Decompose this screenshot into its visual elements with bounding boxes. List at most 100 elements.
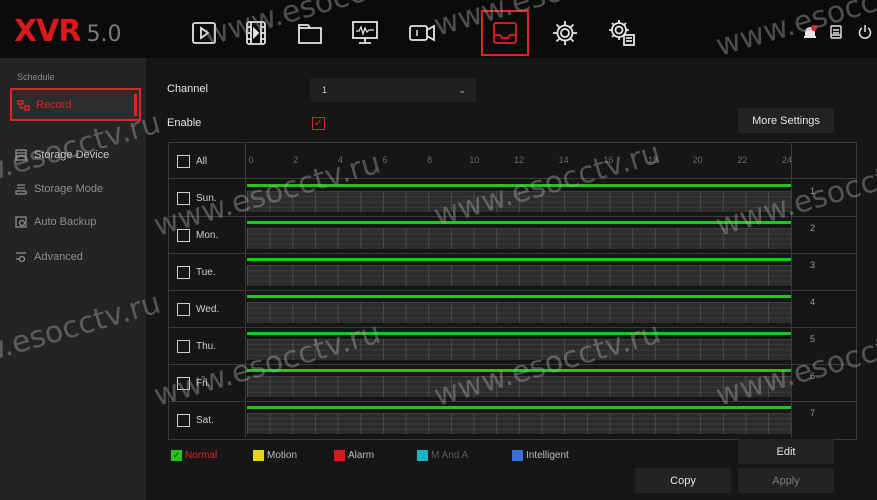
legend-normal[interactable]: ✓ Normal bbox=[171, 448, 217, 462]
more-settings-button[interactable]: More Settings bbox=[738, 108, 834, 133]
timeline-cells[interactable] bbox=[247, 228, 791, 249]
sidebar-item-record[interactable]: Record bbox=[10, 88, 141, 121]
legend-swatch-alarm[interactable] bbox=[334, 449, 345, 461]
day-timeline[interactable] bbox=[247, 221, 791, 249]
folder-icon[interactable] bbox=[286, 10, 334, 56]
timeline-cells[interactable] bbox=[247, 376, 791, 397]
day-timeline[interactable] bbox=[247, 295, 791, 323]
normal-record-bar bbox=[247, 332, 791, 335]
schedule-row[interactable]: Mon. 2 bbox=[169, 217, 856, 254]
day-checkbox[interactable] bbox=[177, 265, 190, 279]
normal-record-bar bbox=[247, 406, 791, 409]
schedule-row[interactable]: Sat. 7 bbox=[169, 402, 856, 439]
playback-icon[interactable] bbox=[180, 10, 228, 56]
sidebar-item-auto-backup[interactable]: Auto Backup bbox=[10, 205, 141, 238]
hour-label: 16 bbox=[603, 155, 614, 165]
legend-swatch-intelligent[interactable] bbox=[512, 449, 523, 461]
timeline-cells[interactable] bbox=[247, 265, 791, 286]
day-checkbox[interactable] bbox=[177, 413, 190, 427]
legend-intelligent[interactable]: Intelligent bbox=[512, 448, 569, 462]
day-checkbox[interactable] bbox=[177, 302, 190, 316]
sidebar-item-advanced[interactable]: Advanced bbox=[10, 240, 141, 273]
hour-label: 2 bbox=[293, 155, 299, 165]
sidebar-header: Schedule bbox=[17, 72, 55, 82]
day-label[interactable]: Thu. bbox=[169, 328, 246, 364]
day-checkbox[interactable] bbox=[177, 339, 190, 353]
power-icon[interactable] bbox=[857, 24, 873, 43]
hour-label: 0 bbox=[248, 155, 254, 165]
timeline-cells[interactable] bbox=[247, 191, 791, 212]
alarm-icon[interactable] bbox=[802, 24, 818, 43]
day-timeline[interactable] bbox=[247, 332, 791, 360]
legend-alarm[interactable]: Alarm bbox=[334, 448, 374, 462]
sidebar-item-storage-mode[interactable]: Storage Mode bbox=[10, 172, 141, 205]
timeline-cells[interactable] bbox=[247, 413, 791, 434]
select-all-day[interactable]: All bbox=[169, 143, 246, 179]
normal-record-bar bbox=[247, 295, 791, 298]
legend-label: Normal bbox=[185, 449, 218, 461]
day-checkbox[interactable] bbox=[177, 228, 190, 242]
day-number: 3 bbox=[791, 254, 856, 290]
select-all-checkbox[interactable] bbox=[177, 154, 190, 168]
schedule-header: All 0 2 4 6 8 10 12 14 16 18 20 22 24 bbox=[169, 143, 856, 179]
legend-m-and-a[interactable]: M And A bbox=[417, 448, 468, 462]
legend-label: M And A bbox=[431, 449, 469, 461]
schedule-row[interactable]: Tue. 3 bbox=[169, 254, 856, 291]
camera-icon[interactable] bbox=[398, 10, 446, 56]
day-number: 6 bbox=[791, 365, 856, 401]
sidebar-item-label: Auto Backup bbox=[34, 215, 97, 228]
settings-icon[interactable] bbox=[541, 10, 589, 56]
monitor-icon[interactable] bbox=[341, 10, 389, 56]
day-label[interactable]: Wed. bbox=[169, 291, 246, 327]
schedule-row[interactable]: Wed. 4 bbox=[169, 291, 856, 328]
day-label[interactable]: Mon. bbox=[169, 217, 246, 253]
sidebar: Schedule Record Storage Device Storage M… bbox=[0, 58, 146, 500]
storage-mode-icon bbox=[14, 182, 28, 196]
system-icon[interactable] bbox=[598, 10, 646, 56]
legend-swatch-m-and-a[interactable] bbox=[417, 449, 428, 461]
hour-label: 14 bbox=[558, 155, 569, 165]
video-clip-icon[interactable] bbox=[232, 10, 280, 56]
day-timeline[interactable] bbox=[247, 184, 791, 212]
schedule-row[interactable]: Thu. 5 bbox=[169, 328, 856, 365]
day-number: 5 bbox=[791, 328, 856, 364]
edit-button[interactable]: Edit bbox=[738, 439, 834, 464]
schedule-row[interactable]: Fri. 6 bbox=[169, 365, 856, 402]
day-number: 1 bbox=[791, 180, 856, 216]
day-checkbox[interactable] bbox=[177, 376, 190, 390]
hour-label: 20 bbox=[692, 155, 703, 165]
normal-record-bar bbox=[247, 258, 791, 261]
apply-button[interactable]: Apply bbox=[738, 468, 834, 493]
channel-select[interactable]: 1 ⌄ bbox=[310, 78, 476, 102]
day-timeline[interactable] bbox=[247, 369, 791, 397]
schedule-row[interactable]: Sun. 1 bbox=[169, 180, 856, 217]
legend-swatch-normal[interactable]: ✓ bbox=[171, 449, 182, 461]
top-navigation-bar: XVR 5.0 bbox=[0, 0, 877, 58]
day-name: Wed. bbox=[196, 303, 220, 315]
channel-label: Channel bbox=[167, 83, 208, 95]
day-name: Fri. bbox=[196, 377, 211, 389]
timeline-cells[interactable] bbox=[247, 302, 791, 323]
day-label[interactable]: Fri. bbox=[169, 365, 246, 401]
day-label[interactable]: Sat. bbox=[169, 402, 246, 438]
day-name: Mon. bbox=[196, 229, 219, 241]
sidebar-item-storage-device[interactable]: Storage Device bbox=[10, 138, 141, 171]
hour-label: 18 bbox=[647, 155, 659, 165]
day-checkbox[interactable] bbox=[177, 191, 190, 205]
day-name: Tue. bbox=[196, 266, 216, 278]
day-label[interactable]: Tue. bbox=[169, 254, 246, 290]
storage-icon[interactable] bbox=[481, 10, 529, 56]
schedule-grid[interactable]: All 0 2 4 6 8 10 12 14 16 18 20 22 24 Sun. 1 Mon. 2 Tue.… bbox=[168, 142, 857, 440]
timeline-cells[interactable] bbox=[247, 339, 791, 360]
legend-motion[interactable]: Motion bbox=[253, 448, 297, 462]
notes-icon[interactable] bbox=[828, 24, 844, 43]
copy-button[interactable]: Copy bbox=[635, 468, 731, 493]
day-number: 7 bbox=[791, 402, 856, 438]
advanced-icon bbox=[14, 250, 28, 264]
legend-swatch-motion[interactable] bbox=[253, 449, 264, 461]
legend-label: Alarm bbox=[348, 449, 375, 461]
enable-checkbox[interactable]: ✓ bbox=[312, 117, 325, 130]
day-timeline[interactable] bbox=[247, 406, 791, 434]
day-timeline[interactable] bbox=[247, 258, 791, 286]
day-label[interactable]: Sun. bbox=[169, 180, 246, 216]
